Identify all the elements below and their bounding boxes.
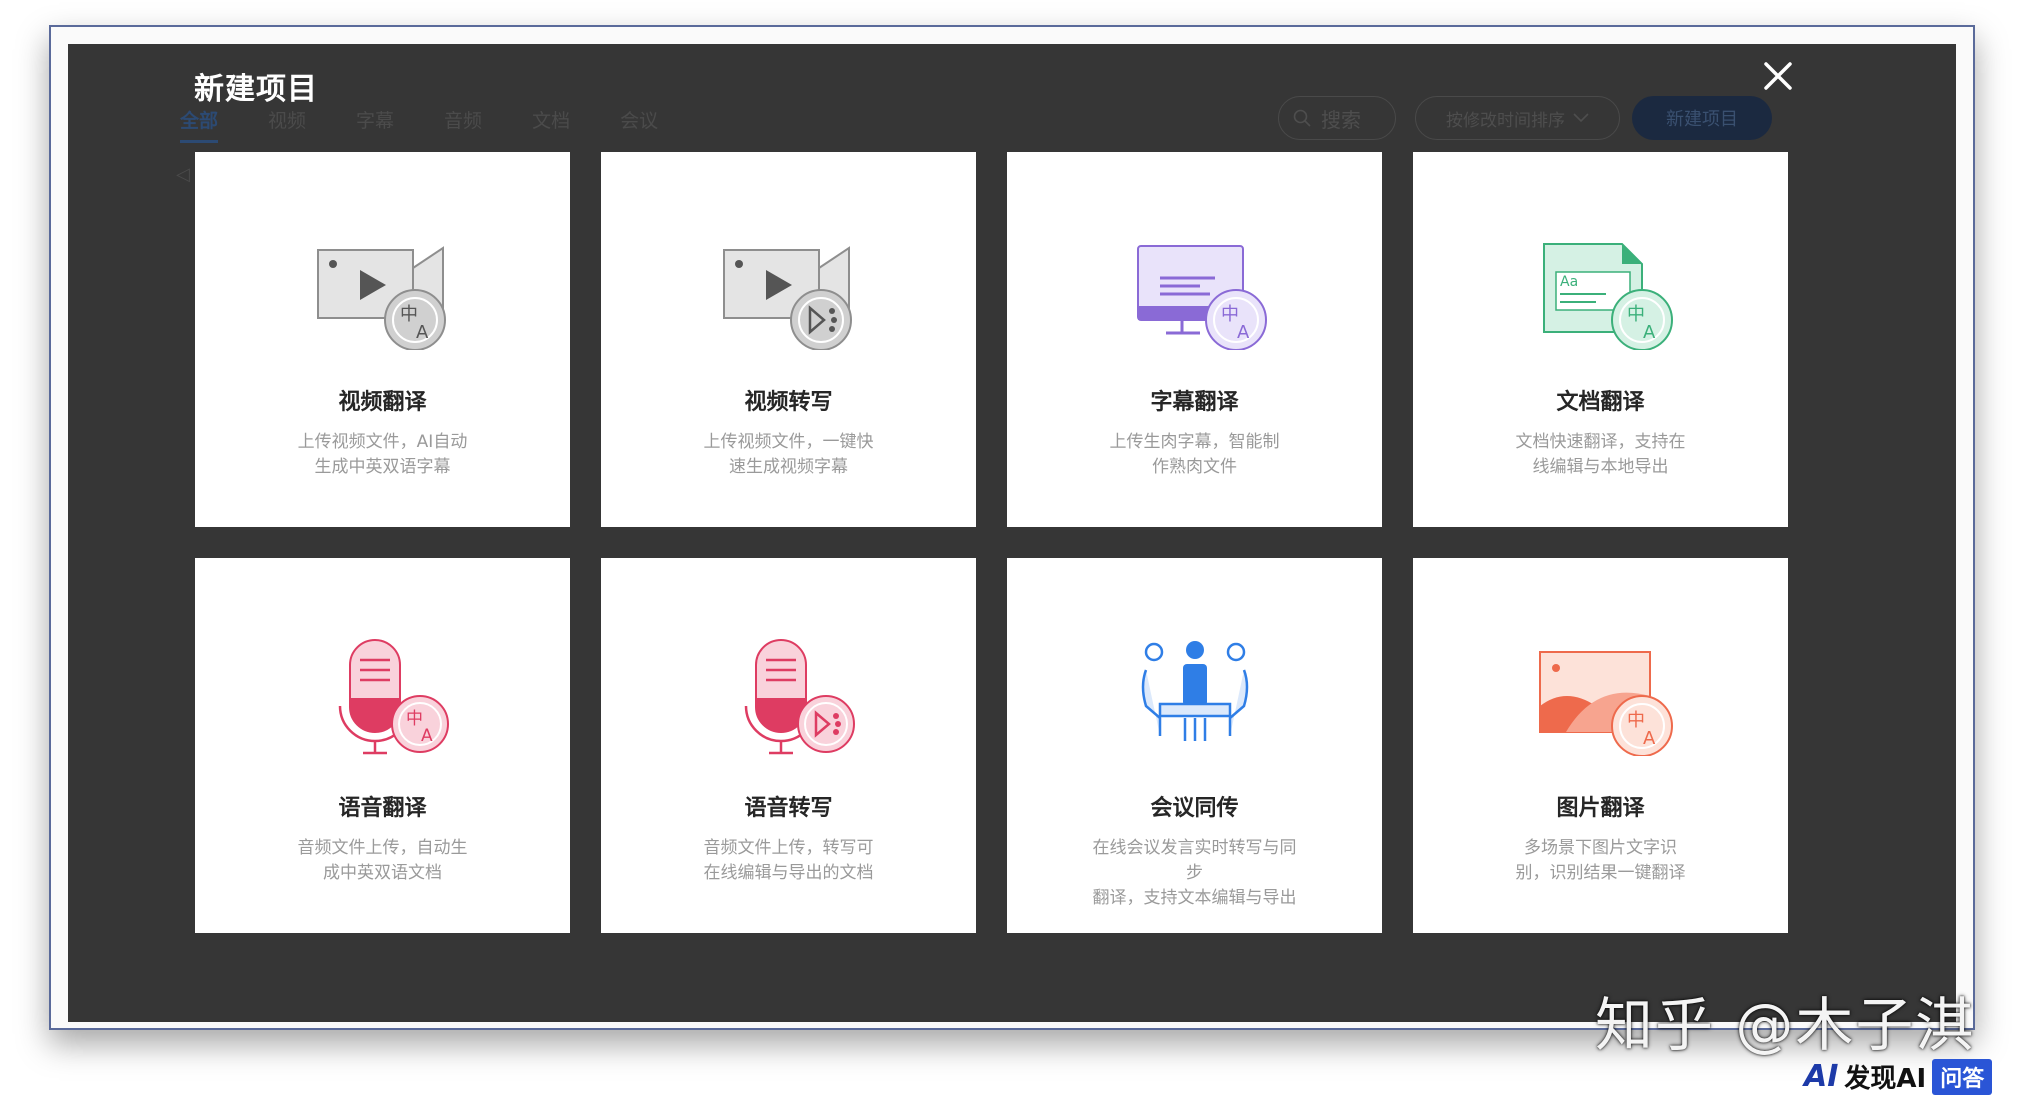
card-description: 上传视频文件，一键快 速生成视频字幕	[681, 430, 896, 480]
search-icon	[1293, 109, 1311, 127]
card-desc-line: 在线会议发言实时转写与同步	[1092, 838, 1297, 883]
card-image-translate[interactable]: 中 A 图片翻译 多场景下图片文字识 别，识别结果一键翻译	[1413, 558, 1788, 933]
bg-tab-subtitle: 字幕	[356, 110, 395, 132]
site-logo-mark: AI	[1804, 1059, 1839, 1094]
svg-text:A: A	[421, 726, 433, 746]
card-subtitle-translate[interactable]: 中 A 字幕翻译 上传生肉字幕，智能制 作熟肉文件	[1007, 152, 1382, 527]
card-desc-line: 上传视频文件，一键快	[703, 432, 874, 452]
card-video-transcribe[interactable]: 视频转写 上传视频文件，一键快 速生成视频字幕	[601, 152, 976, 527]
card-desc-line: 生成中英双语字幕	[314, 457, 451, 477]
background-tabs: 全部 视频 字幕 音频 文档 会议	[180, 106, 659, 143]
document-translate-icon: Aa 中 A	[1543, 243, 1673, 350]
bg-tab-document: 文档	[532, 110, 571, 132]
card-title: 语音翻译	[338, 796, 427, 821]
chevron-down-icon	[1573, 113, 1589, 123]
card-desc-line: 音频文件上传，自动生	[297, 838, 468, 858]
zhihu-watermark: 知乎 @木子淇	[1595, 991, 1976, 1059]
card-desc-line: 多场景下图片文字识	[1524, 838, 1677, 858]
card-description: 上传视频文件，AI自动 生成中英双语字幕	[275, 430, 490, 480]
card-title: 视频转写	[744, 390, 833, 415]
svg-text:A: A	[1237, 322, 1250, 343]
card-description: 文档快速翻译，支持在 线编辑与本地导出	[1493, 430, 1708, 480]
site-logo: AI 发现AI 问答	[1804, 1058, 1993, 1095]
card-desc-line: 作熟肉文件	[1152, 457, 1237, 477]
card-description: 在线会议发言实时转写与同步翻译，支持文本编辑与导出	[1087, 836, 1302, 911]
card-description: 多场景下图片文字识 别，识别结果一键翻译	[1493, 836, 1708, 886]
card-desc-line: 别，识别结果一键翻译	[1515, 863, 1686, 883]
card-desc-line: 上传视频文件，AI自动	[297, 432, 468, 452]
bg-sort-label: 按修改时间排序	[1446, 110, 1565, 131]
meeting-interpret-icon	[1141, 641, 1249, 741]
svg-text:A: A	[1643, 322, 1656, 343]
svg-text:A: A	[416, 322, 429, 343]
site-logo-name: 发现AI	[1844, 1064, 1927, 1094]
svg-text:A: A	[1643, 728, 1656, 749]
svg-text:Aa: Aa	[1560, 274, 1578, 290]
speaker-icon: ◁	[176, 164, 190, 185]
card-meeting-interpret[interactable]: 会议同传 在线会议发言实时转写与同步翻译，支持文本编辑与导出	[1007, 558, 1382, 933]
card-desc-line: 在线编辑与导出的文档	[703, 863, 874, 883]
bg-new-project-button: 新建项目	[1632, 96, 1772, 140]
dialog-title: 新建项目	[194, 72, 318, 107]
bg-tab-audio: 音频	[444, 110, 483, 132]
subtitle-translate-icon: 中 A	[1137, 245, 1267, 350]
video-translate-icon: 中 A	[317, 246, 446, 350]
video-transcribe-icon	[723, 246, 852, 350]
card-title: 语音转写	[744, 796, 833, 821]
card-desc-line: 音频文件上传，转写可	[703, 838, 874, 858]
card-desc-line: 翻译，支持文本编辑与导出	[1092, 888, 1297, 908]
card-audio-translate[interactable]: 中 A 语音翻译 音频文件上传，自动生 成中英双语文档	[195, 558, 570, 933]
close-icon[interactable]	[1760, 58, 1796, 94]
bg-sort-dropdown: 按修改时间排序	[1415, 96, 1620, 140]
card-desc-line: 文档快速翻译，支持在	[1515, 432, 1686, 452]
bg-tab-video: 视频	[268, 110, 307, 132]
project-type-grid: 中 A 视频翻译 上传视频文件，AI自动 生成中英双语字幕 视频转写 上传视频文件…	[195, 152, 1788, 933]
card-document-translate[interactable]: Aa 中 A 文档翻译 文档快速翻译，支持在 线编辑与本地导出	[1413, 152, 1788, 527]
site-logo-badge: 问答	[1932, 1058, 1993, 1095]
bg-tab-meeting: 会议	[620, 110, 659, 132]
card-title: 文档翻译	[1556, 390, 1645, 415]
card-description: 上传生肉字幕，智能制 作熟肉文件	[1087, 430, 1302, 480]
bg-tab-all: 全部	[180, 106, 219, 143]
card-description: 音频文件上传，转写可 在线编辑与导出的文档	[681, 836, 896, 886]
card-title: 字幕翻译	[1150, 390, 1239, 415]
card-title: 会议同传	[1150, 796, 1239, 821]
card-desc-line: 成中英双语文档	[323, 863, 442, 883]
audio-translate-icon: 中 A	[338, 639, 449, 755]
audio-transcribe-icon	[744, 639, 855, 755]
card-desc-line: 速生成视频字幕	[729, 457, 848, 477]
bg-search-placeholder: 搜索	[1321, 107, 1361, 132]
card-title: 视频翻译	[338, 390, 427, 415]
card-desc-line: 线编辑与本地导出	[1532, 457, 1669, 477]
card-description: 音频文件上传，自动生 成中英双语文档	[275, 836, 490, 886]
bg-search-box: 搜索	[1278, 96, 1396, 140]
image-translate-icon: 中 A	[1539, 651, 1673, 756]
card-audio-transcribe[interactable]: 语音转写 音频文件上传，转写可 在线编辑与导出的文档	[601, 558, 976, 933]
card-video-translate[interactable]: 中 A 视频翻译 上传视频文件，AI自动 生成中英双语字幕	[195, 152, 570, 527]
new-project-dialog: 全部 视频 字幕 音频 文档 会议 搜索 按修改时间排序 新建项目 ◁ 新建项目…	[68, 44, 1956, 1022]
card-title: 图片翻译	[1556, 796, 1645, 821]
card-desc-line: 上传生肉字幕，智能制	[1109, 432, 1280, 452]
